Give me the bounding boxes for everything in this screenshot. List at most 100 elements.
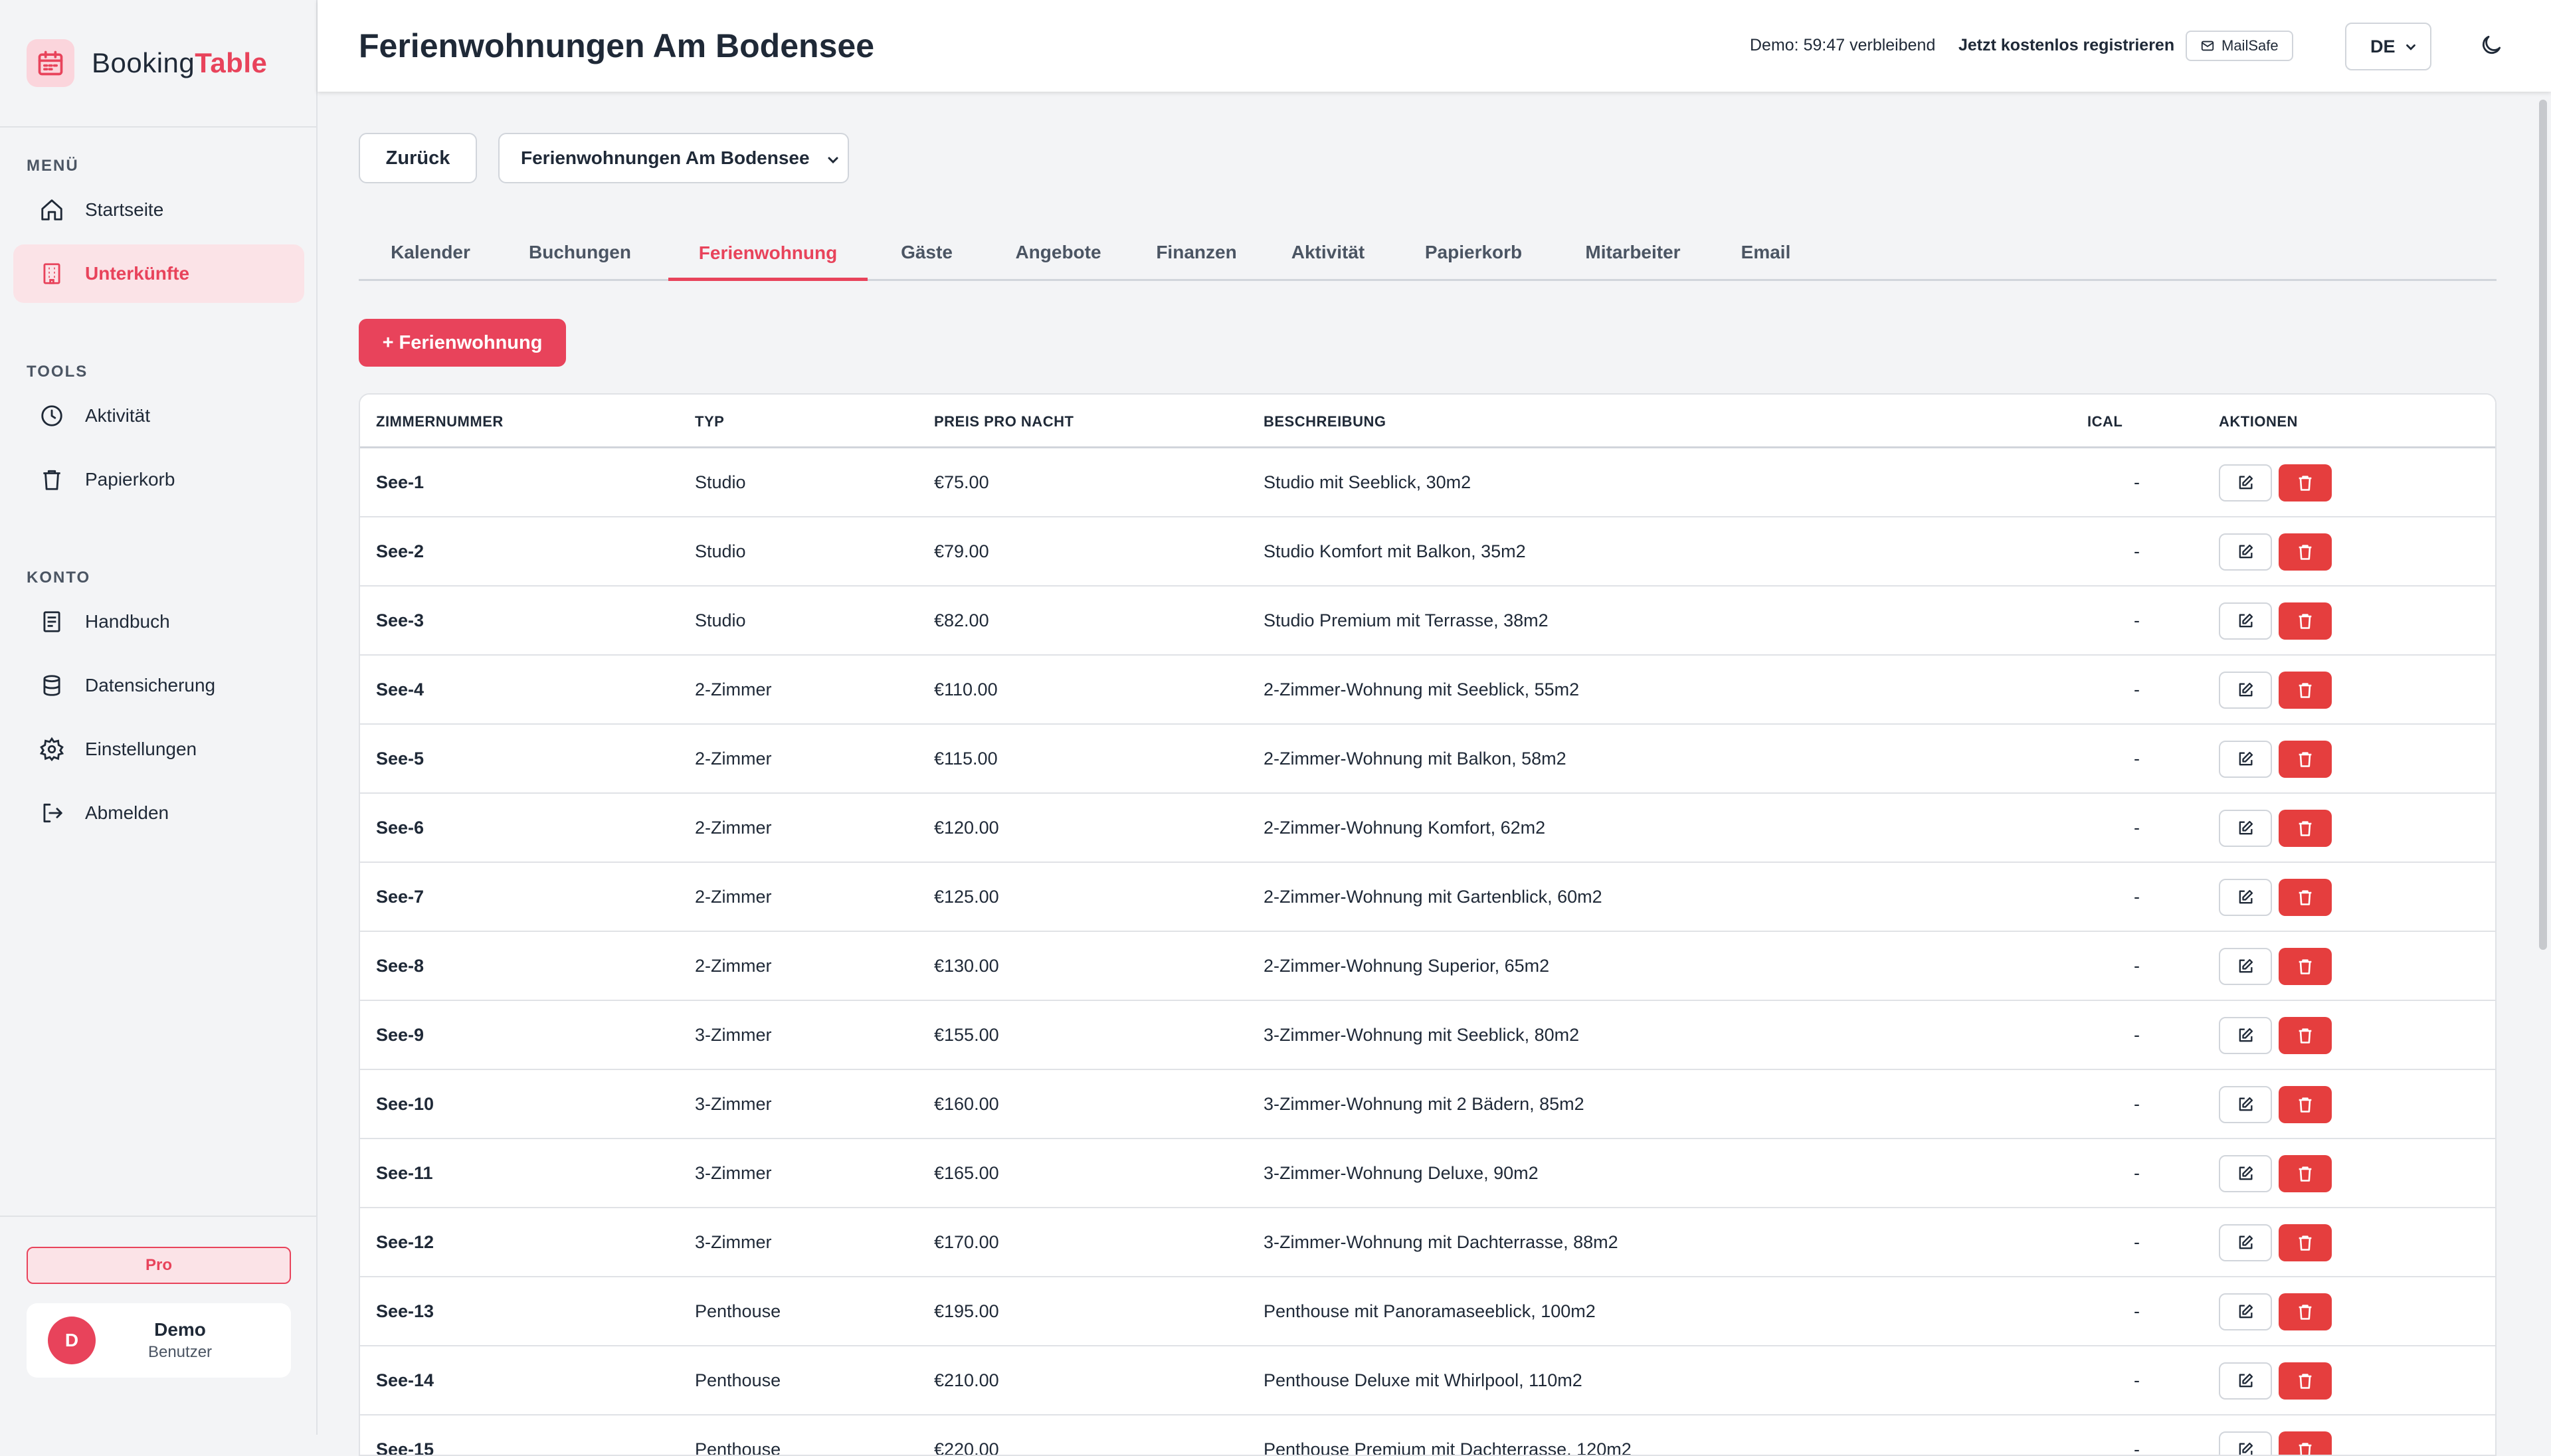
delete-button[interactable] — [2279, 464, 2332, 501]
tab-papierkorb[interactable]: Papierkorb — [1394, 226, 1553, 279]
room-ical: - — [2134, 1094, 2140, 1114]
tab-kalender[interactable]: Kalender — [359, 226, 502, 279]
room-number: See-8 — [376, 956, 425, 976]
trash-icon — [2296, 1233, 2315, 1252]
delete-button[interactable] — [2279, 1431, 2332, 1455]
delete-button[interactable] — [2279, 533, 2332, 571]
delete-button[interactable] — [2279, 672, 2332, 709]
room-type: 3-Zimmer — [695, 1094, 772, 1114]
edit-button[interactable] — [2219, 948, 2272, 985]
room-description: 2-Zimmer-Wohnung mit Gartenblick, 60m2 — [1264, 887, 1602, 907]
register-link[interactable]: Jetzt kostenlos registrieren — [1958, 36, 2174, 55]
sidebar-item-abmelden[interactable]: Abmelden — [13, 784, 304, 842]
sidebar-item-papierkorb[interactable]: Papierkorb — [13, 450, 304, 509]
back-button[interactable]: Zurück — [359, 133, 477, 183]
column-header-price: PREIS PRO NACHT — [934, 413, 1074, 430]
tab-gaeste[interactable]: Gäste — [868, 226, 986, 279]
delete-button[interactable] — [2279, 948, 2332, 985]
sidebar-item-aktivitaet[interactable]: Aktivität — [13, 387, 304, 445]
tab-aktivitaet[interactable]: Aktivität — [1262, 226, 1394, 279]
tab-email[interactable]: Email — [1713, 226, 1819, 279]
trash-icon — [2296, 957, 2315, 976]
delete-button[interactable] — [2279, 810, 2332, 847]
brand[interactable]: BookingTable — [0, 0, 316, 128]
sidebar-item-unterkuenfte[interactable]: Unterkünfte — [13, 244, 304, 303]
language-select[interactable]: DE — [2345, 23, 2431, 70]
sidebar-item-label: Aktivität — [85, 405, 151, 426]
edit-button[interactable] — [2219, 672, 2272, 709]
table-row: See-9 3-Zimmer €155.00 3-Zimmer-Wohnung mit… — [360, 1001, 2495, 1070]
room-number: See-5 — [376, 749, 425, 769]
room-description: 2-Zimmer-Wohnung mit Seeblick, 55m2 — [1264, 680, 1580, 699]
edit-button[interactable] — [2219, 879, 2272, 916]
edit-button[interactable] — [2219, 1362, 2272, 1400]
mailsafe-button[interactable]: MailSafe — [2186, 31, 2293, 61]
delete-button[interactable] — [2279, 1155, 2332, 1192]
user-card[interactable]: D Demo Benutzer — [27, 1303, 291, 1378]
room-ical: - — [2134, 1370, 2140, 1390]
edit-button[interactable] — [2219, 533, 2272, 571]
delete-button[interactable] — [2279, 1017, 2332, 1054]
language-value: DE — [2370, 36, 2396, 56]
menu-section-title: MENÜ — [27, 157, 79, 175]
edit-button[interactable] — [2219, 741, 2272, 778]
user-role: Benutzer — [147, 1343, 213, 1361]
tab-buchungen[interactable]: Buchungen — [502, 226, 658, 279]
edit-button[interactable] — [2219, 1431, 2272, 1455]
delete-button[interactable] — [2279, 741, 2332, 778]
edit-button[interactable] — [2219, 1017, 2272, 1054]
room-type: 3-Zimmer — [695, 1025, 772, 1045]
trash-icon — [2296, 474, 2315, 492]
edit-button[interactable] — [2219, 1224, 2272, 1261]
room-number: See-12 — [376, 1232, 434, 1252]
room-price: €155.00 — [934, 1025, 999, 1045]
apartments-table: ZIMMERNUMMER TYP PREIS PRO NACHT BESCHRE… — [359, 393, 2497, 1456]
delete-button[interactable] — [2279, 1224, 2332, 1261]
delete-button[interactable] — [2279, 879, 2332, 916]
add-apartment-button[interactable]: + Ferienwohnung — [359, 319, 566, 367]
room-number: See-6 — [376, 818, 425, 838]
pro-badge[interactable]: Pro — [27, 1247, 291, 1284]
delete-button[interactable] — [2279, 1293, 2332, 1330]
trash-icon — [2296, 612, 2315, 630]
room-number: See-7 — [376, 887, 425, 907]
edit-icon — [2236, 681, 2255, 699]
column-header-actions: AKTIONEN — [2219, 413, 2298, 430]
edit-button[interactable] — [2219, 1293, 2272, 1330]
delete-button[interactable] — [2279, 1362, 2332, 1400]
edit-button[interactable] — [2219, 464, 2272, 501]
sidebar-item-startseite[interactable]: Startseite — [13, 181, 304, 239]
account-section-title: KONTO — [27, 569, 91, 587]
trash-icon — [2296, 1303, 2315, 1321]
table-row: See-5 2-Zimmer €115.00 2-Zimmer-Wohnung mit… — [360, 725, 2495, 794]
room-type: Studio — [695, 610, 746, 630]
room-price: €165.00 — [934, 1163, 999, 1183]
table-row: See-12 3-Zimmer €170.00 3-Zimmer-Wohnung mi… — [360, 1208, 2495, 1277]
edit-button[interactable] — [2219, 602, 2272, 640]
room-type: 3-Zimmer — [695, 1232, 772, 1252]
sidebar-item-handbuch[interactable]: Handbuch — [13, 592, 304, 651]
delete-button[interactable] — [2279, 602, 2332, 640]
tab-finanzen[interactable]: Finanzen — [1131, 226, 1262, 279]
property-select[interactable]: Ferienwohnungen Am Bodensee — [498, 133, 849, 183]
tab-ferienwohnung[interactable]: Ferienwohnung — [668, 228, 868, 281]
sidebar-item-einstellungen[interactable]: Einstellungen — [13, 720, 304, 778]
edit-button[interactable] — [2219, 810, 2272, 847]
dark-mode-toggle[interactable] — [2477, 32, 2506, 61]
room-type: Penthouse — [695, 1301, 781, 1321]
sidebar-item-datensicherung[interactable]: Datensicherung — [13, 656, 304, 715]
page-scrollbar[interactable] — [2539, 100, 2547, 950]
edit-button[interactable] — [2219, 1086, 2272, 1123]
room-number: See-9 — [376, 1025, 425, 1045]
room-price: €195.00 — [934, 1301, 999, 1321]
trash-icon — [39, 466, 65, 493]
edit-button[interactable] — [2219, 1155, 2272, 1192]
tab-mitarbeiter[interactable]: Mitarbeiter — [1553, 226, 1713, 279]
trash-icon — [2296, 750, 2315, 769]
edit-icon — [2236, 1095, 2255, 1114]
tab-angebote[interactable]: Angebote — [986, 226, 1131, 279]
room-price: €160.00 — [934, 1094, 999, 1114]
delete-button[interactable] — [2279, 1086, 2332, 1123]
book-icon — [39, 608, 65, 635]
room-number: See-11 — [376, 1163, 433, 1183]
